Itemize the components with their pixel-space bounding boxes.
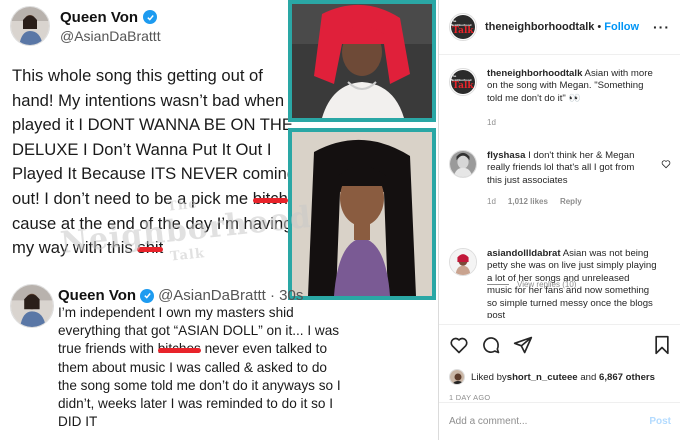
reply-button[interactable]: Reply [560, 196, 582, 208]
comment-icon[interactable] [481, 335, 501, 360]
tweet-1-handle: @AsianDaBrattt [60, 27, 161, 44]
post-time[interactable]: 1 DAY AGO [449, 393, 671, 402]
follow-button[interactable]: Follow [604, 21, 639, 33]
like-comment-heart-icon[interactable] [661, 156, 671, 174]
logo-text-bottom: Talk [452, 25, 474, 36]
likes-summary: Liked by short_n_cuteee and 6,867 others [449, 369, 671, 385]
comment-username[interactable]: flyshasa [487, 150, 525, 161]
caption-avatar[interactable]: The Neighborhood Talk [449, 68, 477, 96]
likes-others[interactable]: 6,867 others [599, 372, 655, 383]
tweet-2-handle: @AsianDaBrattt · 30s [158, 287, 304, 304]
tweet-2-name: Queen Von [58, 287, 137, 304]
share-icon[interactable] [513, 335, 533, 360]
post-actions: Liked by short_n_cuteee and 6,867 others… [439, 324, 680, 402]
comment-item: flyshasa I don't think her & Megan reall… [449, 150, 671, 209]
neighborhood-talk-logo: The Neighborhood Talk [451, 15, 475, 39]
verified-icon [143, 10, 158, 24]
liker-avatar[interactable] [449, 369, 465, 385]
instagram-sidebar: The Neighborhood Talk theneighborhoodtal… [438, 0, 680, 440]
likes-prefix: Liked by [471, 371, 507, 383]
comment-input[interactable] [449, 416, 650, 427]
commenter-avatar[interactable] [449, 150, 477, 178]
tweet-2-head-line: Queen Von @AsianDaBrattt · 30s [58, 287, 303, 304]
tweet-1-avatar [10, 6, 50, 46]
likes-middle: and [577, 371, 599, 383]
more-options-icon[interactable]: ··· [653, 19, 670, 35]
add-comment-bar: Post [439, 402, 680, 440]
tweet-1-text-a: This whole song this getting out of hand… [12, 66, 297, 208]
account-avatar[interactable]: The Neighborhood Talk [449, 13, 477, 41]
tweet-2-text: I’m independent I own my masters shid ev… [58, 304, 348, 431]
tweet-2-header [10, 284, 54, 328]
comment-time[interactable]: 1d [487, 196, 496, 208]
liker-username[interactable]: short_n_cuteee [507, 372, 578, 383]
tweet-2-avatar [10, 284, 54, 328]
photo-asian-doll [288, 0, 436, 122]
post-header: The Neighborhood Talk theneighborhoodtal… [439, 0, 680, 55]
commenter-avatar[interactable] [449, 248, 477, 276]
caption: The Neighborhood Talk theneighborhoodtal… [449, 68, 671, 130]
comment-username[interactable]: asiandollldabrat [487, 248, 561, 259]
heart-icon[interactable] [449, 335, 469, 360]
verified-icon [140, 288, 155, 303]
separator-dot: • [597, 21, 602, 33]
logo-text-bottom: Talk [452, 80, 474, 91]
tweet-1-header: Queen Von @AsianDaBrattt [10, 5, 161, 47]
comment-likes[interactable]: 1,012 likes [508, 196, 548, 208]
post-comment-button[interactable]: Post [649, 416, 671, 427]
censored-word: bitches [157, 341, 201, 357]
tweet-1-name: Queen Von [60, 8, 139, 26]
comment-item: asiandollldabrat Asian was not being pet… [449, 248, 671, 318]
post-image[interactable]: Queen Von @AsianDaBrattt This whole song… [0, 0, 438, 440]
bookmark-icon[interactable] [653, 335, 671, 360]
caption-time[interactable]: 1d [487, 117, 496, 129]
comments-list[interactable]: The Neighborhood Talk theneighborhoodtal… [439, 60, 680, 318]
caption-username[interactable]: theneighborhoodtalk [487, 68, 582, 79]
account-username[interactable]: theneighborhoodtalk [485, 21, 594, 33]
neighborhood-talk-logo: The Neighborhood Talk [451, 70, 475, 94]
